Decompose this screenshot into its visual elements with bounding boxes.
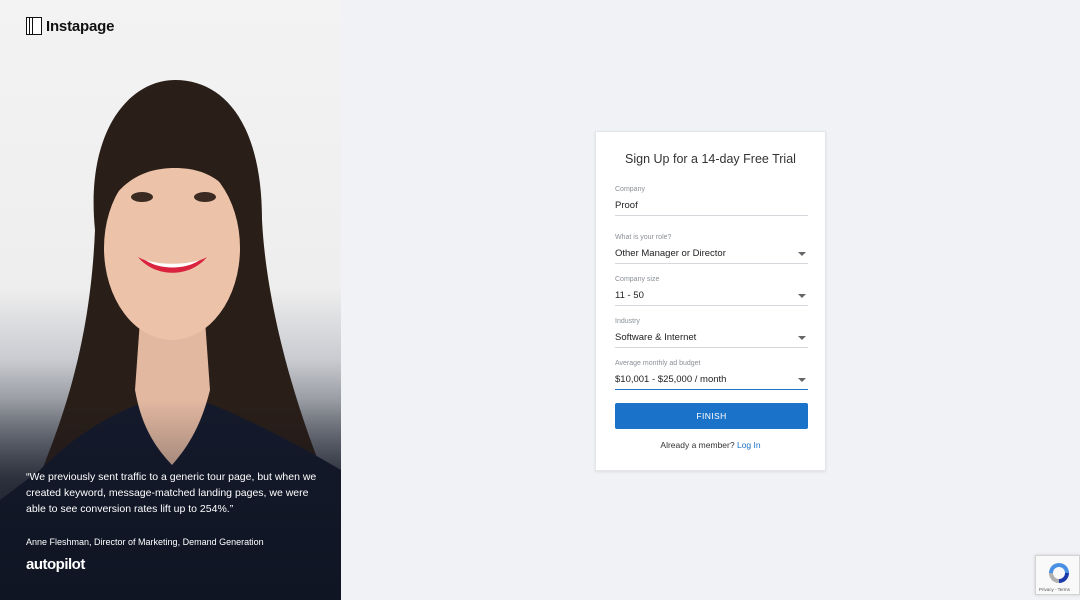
company-field[interactable]: Company Proof bbox=[615, 186, 808, 216]
instapage-logo[interactable]: Instapage bbox=[26, 17, 114, 35]
login-link[interactable]: Log In bbox=[737, 440, 761, 450]
form-title: Sign Up for a 14-day Free Trial bbox=[625, 152, 796, 166]
chevron-down-icon[interactable] bbox=[798, 294, 806, 298]
member-prompt-text: Already a member? bbox=[660, 440, 735, 450]
testimonial-panel: Instapage “We previously sent traffic to… bbox=[0, 0, 341, 600]
recaptcha-icon bbox=[1049, 563, 1069, 583]
company-size-label: Company size bbox=[615, 276, 660, 283]
company-label: Company bbox=[615, 186, 645, 193]
role-label: What is your role? bbox=[615, 234, 672, 241]
portrait-eye-right bbox=[194, 192, 216, 202]
industry-label: Industry bbox=[615, 318, 640, 325]
role-select[interactable]: What is your role? Other Manager or Dire… bbox=[615, 234, 808, 264]
industry-value[interactable]: Software & Internet bbox=[615, 332, 696, 343]
company-size-value[interactable]: 11 - 50 bbox=[615, 290, 644, 301]
company-size-select[interactable]: Company size 11 - 50 bbox=[615, 276, 808, 306]
ad-budget-label: Average monthly ad budget bbox=[615, 360, 701, 367]
company-input[interactable]: Proof bbox=[615, 200, 638, 211]
testimonial-author: Anne Fleshman, Director of Marketing, De… bbox=[26, 537, 264, 547]
recaptcha-badge[interactable]: Privacy - Terms bbox=[1035, 555, 1080, 595]
industry-select[interactable]: Industry Software & Internet bbox=[615, 318, 808, 348]
login-prompt: Already a member? Log In bbox=[596, 440, 825, 450]
role-value[interactable]: Other Manager or Director bbox=[615, 248, 726, 259]
testimonial-portrait bbox=[0, 80, 341, 600]
logo-text: Instapage bbox=[46, 17, 115, 35]
ad-budget-value[interactable]: $10,001 - $25,000 / month bbox=[615, 374, 726, 385]
testimonial-quote: “We previously sent traffic to a generic… bbox=[26, 471, 317, 515]
chevron-down-icon[interactable] bbox=[798, 378, 806, 382]
recaptcha-terms[interactable]: Privacy - Terms bbox=[1039, 587, 1070, 592]
ad-budget-select[interactable]: Average monthly ad budget $10,001 - $25,… bbox=[615, 360, 808, 390]
signup-card: Sign Up for a 14-day Free Trial Company … bbox=[595, 131, 826, 471]
instapage-logo-icon bbox=[26, 17, 42, 35]
chevron-down-icon[interactable] bbox=[798, 336, 806, 340]
portrait-eye-left bbox=[131, 192, 153, 202]
autopilot-logo: autopilot bbox=[26, 556, 85, 573]
chevron-down-icon[interactable] bbox=[798, 252, 806, 256]
finish-button[interactable]: FINISH bbox=[615, 403, 808, 429]
